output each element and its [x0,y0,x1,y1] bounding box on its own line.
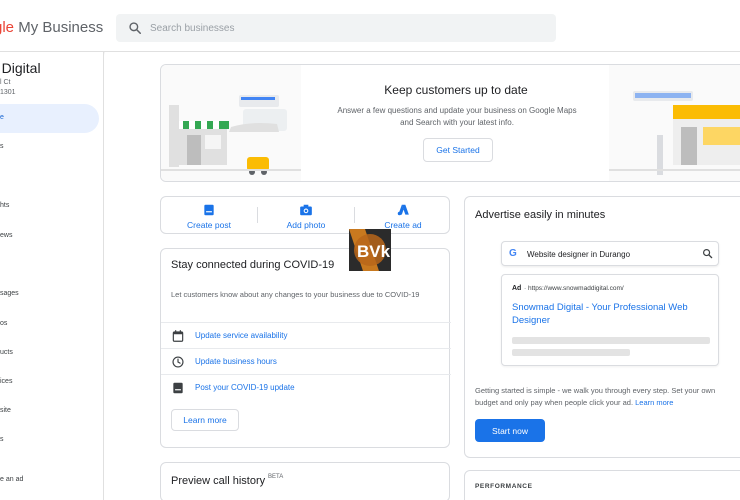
get-started-button[interactable]: Get Started [423,138,493,162]
ad-headline: Snowmad Digital - Your Professional Web … [512,302,688,326]
preview-call-history-title: Preview call history [171,475,266,487]
watermark-logo: BVk [349,229,391,271]
search-icon [703,249,713,259]
advertise-learn-more-link[interactable]: Learn more [635,398,673,407]
advertise-card: Advertise easily in minutes G Website de… [464,196,740,458]
google-ads-icon [397,204,409,216]
sidebar-item-users[interactable]: s [0,436,4,443]
sidebar-item-services[interactable]: ices [0,378,12,385]
search-icon [129,22,142,35]
sidebar-item-messages[interactable]: sages [0,290,19,297]
post-covid-update-row[interactable]: Post your COVID-19 update [161,374,451,400]
covid-card-description: Let customers know about any changes to … [171,290,420,299]
beta-badge: BETA [268,474,284,480]
keep-customers-updated-card: Keep customers up to date Answer a few q… [160,64,740,182]
add-photo-label: Add photo [286,220,326,230]
create-post-action[interactable]: Create post [161,203,257,231]
main-content: Keep customers up to date Answer a few q… [105,52,740,500]
calendar-icon [172,330,184,342]
post-icon [173,382,183,394]
learn-more-button[interactable]: Learn more [171,409,239,431]
ad-display-url: · https://www.snowmaddigital.com/ [524,285,624,292]
search-input[interactable] [150,14,540,42]
advertise-card-title: Advertise easily in minutes [475,209,606,221]
sidebar-item-posts[interactable]: s [0,143,4,150]
covid-card-title: Stay connected during COVID-19 [171,259,335,271]
google-my-business-logo[interactable]: gle My Business [0,19,103,36]
performance-card: PERFORMANCE [464,470,740,500]
sidebar-active-highlight [0,104,99,133]
update-business-hours-link[interactable]: Update business hours [195,357,277,366]
sidebar-item-home[interactable]: e [0,114,4,121]
storefront-illustration [161,65,301,181]
top-app-bar: gle My Business [0,0,740,52]
performance-title: PERFORMANCE [475,483,533,490]
ad-preview-result: Ad · https://www.snowmaddigital.com/ Sno… [501,274,719,366]
sidebar-item-website[interactable]: site [0,407,11,414]
ad-placeholder-line [512,349,630,356]
start-now-button[interactable]: Start now [475,419,545,442]
post-covid-update-link[interactable]: Post your COVID-19 update [195,383,295,392]
update-business-hours-row[interactable]: Update business hours [161,348,451,374]
google-g-icon: G [509,248,517,259]
sidebar: d Digital l Ct 1301 e s hts ews sages os… [0,52,104,500]
create-post-label: Create post [187,220,231,230]
business-address-line2: 1301 [0,89,16,96]
ad-placeholder-line [512,337,710,344]
advertise-description: Getting started is simple - we walk you … [475,385,737,409]
business-address-line1: l Ct [0,79,11,86]
sidebar-item-insights[interactable]: hts [0,202,9,209]
svg-text:BVk: BVk [357,242,391,261]
logo-product-name: My Business [14,19,104,36]
add-photo-icon [300,204,312,216]
hero-description: Answer a few questions and update your b… [337,106,577,127]
update-service-availability-row[interactable]: Update service availability [161,322,451,348]
hero-title: Keep customers up to date [384,83,528,97]
business-name: d Digital [0,60,41,76]
sidebar-item-products[interactable]: ucts [0,349,13,356]
preview-call-history-card: Preview call history BETA [160,462,450,500]
store-hours-illustration [609,65,740,181]
ad-preview-search-query: Website designer in Durango [527,250,631,259]
ad-preview-search-bar: G Website designer in Durango [501,241,719,266]
clock-icon [172,356,184,368]
ad-label: Ad [512,285,522,292]
covid-updates-card: Stay connected during COVID-19 Let custo… [160,248,451,448]
sidebar-item-create-ad[interactable]: e an ad [0,476,23,483]
create-post-icon [204,204,214,216]
add-photo-action[interactable]: Add photo [258,203,354,231]
logo-brand-fragment: gle [0,19,15,36]
advertise-description-text: Getting started is simple - we walk you … [475,386,716,407]
update-service-availability-link[interactable]: Update service availability [195,331,288,340]
search-bar[interactable] [116,14,556,42]
sidebar-item-photos[interactable]: os [0,320,7,327]
sidebar-item-reviews[interactable]: ews [0,232,12,239]
quick-actions-card: Create post Add photo Create ad [160,196,450,234]
create-ad-action[interactable]: Create ad [355,203,451,231]
